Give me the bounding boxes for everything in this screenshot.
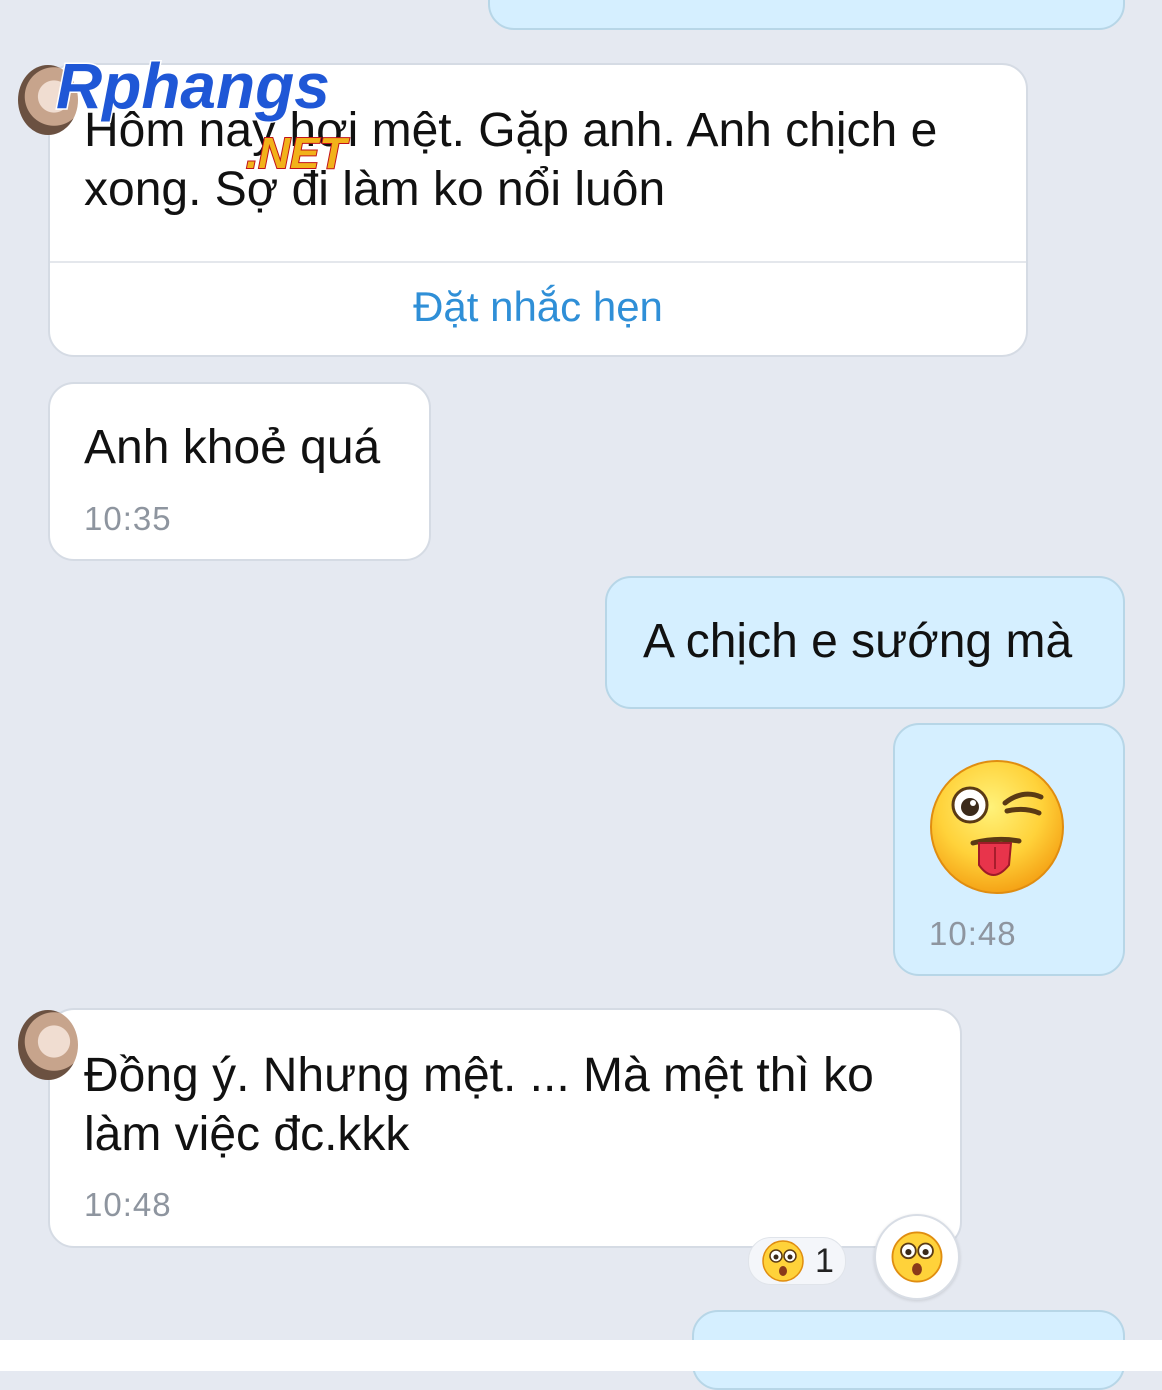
sent-message-bubble[interactable]: A chịch e sướng mà bbox=[605, 576, 1125, 709]
watermark-suffix: .NET bbox=[246, 129, 349, 178]
message-timestamp: 10:35 bbox=[84, 500, 172, 537]
received-message-bubble[interactable]: Đồng ý. Nhưng mệt. ... Mà mệt thì ko làm… bbox=[18, 1008, 962, 1248]
message-text: Đồng ý. Nhưng mệt. ... Mà mệt thì ko làm… bbox=[84, 1049, 874, 1161]
message-text: Anh khoẻ quá bbox=[84, 421, 381, 474]
message-text: A chịch e sướng mà bbox=[643, 615, 1073, 668]
wink-tongue-emoji-icon bbox=[930, 760, 1064, 894]
bubble-divider bbox=[50, 261, 1026, 263]
add-reaction-button[interactable] bbox=[874, 1214, 960, 1300]
message-timestamp: 10:48 bbox=[929, 915, 1017, 952]
received-message-bubble[interactable]: Anh khoẻ quá 10:35 bbox=[48, 382, 431, 561]
sent-sticker-bubble[interactable]: 10:48 bbox=[893, 723, 1125, 976]
message-timestamp: 10:48 bbox=[84, 1186, 172, 1223]
watermark-logo: Rphangs .NET bbox=[55, 50, 351, 179]
contact-avatar[interactable] bbox=[18, 1010, 78, 1080]
shocked-face-emoji-icon bbox=[762, 1240, 804, 1282]
bottom-bar bbox=[0, 1340, 1162, 1371]
reaction-count: 1 bbox=[815, 1242, 834, 1280]
watermark-brand: Rphangs bbox=[56, 50, 330, 122]
set-reminder-button[interactable]: Đặt nhắc hẹn bbox=[50, 283, 1026, 331]
reaction-summary[interactable]: 1 bbox=[748, 1237, 846, 1285]
previous-sent-message-bubble[interactable] bbox=[488, 0, 1125, 30]
shocked-face-emoji-icon bbox=[891, 1231, 943, 1283]
